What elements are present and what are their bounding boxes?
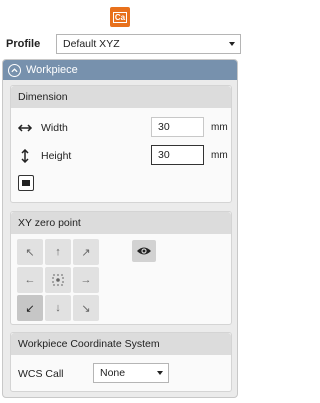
height-input[interactable]: 30 — [151, 145, 204, 165]
collapse-up-icon[interactable] — [8, 63, 21, 77]
height-row: Height 30 mm — [11, 145, 231, 167]
zero-point-right-button[interactable]: → — [73, 267, 99, 293]
zero-point-top-right-button[interactable]: ↗ — [73, 239, 99, 265]
chevron-down-icon — [229, 42, 235, 46]
horizontal-arrows-icon — [17, 124, 33, 132]
fit-to-view-button[interactable] — [18, 175, 34, 191]
profile-select[interactable]: Default XYZ — [56, 34, 241, 54]
width-row: Width 30 mm — [11, 117, 231, 139]
zero-point-top-button[interactable]: ↑ — [45, 239, 71, 265]
chevron-down-icon — [157, 371, 163, 375]
fit-icon — [22, 180, 30, 186]
zero-point-bottom-button[interactable]: ↓ — [45, 295, 71, 321]
xy-zero-title: XY zero point — [11, 212, 231, 234]
profile-row: Profile Default XYZ — [6, 34, 241, 54]
height-label: Height — [41, 150, 72, 162]
wcs-call-select[interactable]: None — [93, 363, 169, 383]
zero-point-bottom-left-button[interactable]: ↙ — [17, 295, 43, 321]
vertical-arrows-icon — [21, 149, 29, 163]
xy-zero-section: XY zero point ↖ ↑ ↗ ← → ↙ ↓ ↘ — [10, 211, 232, 325]
eye-icon — [137, 247, 151, 255]
profile-label: Profile — [6, 38, 41, 50]
zero-point-bottom-right-button[interactable]: ↘ — [73, 295, 99, 321]
height-unit: mm — [211, 150, 228, 161]
dimension-title: Dimension — [11, 86, 231, 108]
show-zero-point-button[interactable] — [132, 240, 156, 262]
width-label: Width — [41, 122, 68, 134]
workpiece-panel-title: Workpiece — [26, 64, 78, 76]
center-target-icon — [52, 274, 64, 286]
workpiece-panel-header[interactable]: Workpiece — [3, 60, 237, 80]
width-unit: mm — [211, 122, 228, 133]
zero-point-center-button[interactable] — [45, 267, 71, 293]
workpiece-panel: Workpiece Dimension Width 30 mm Height 3… — [2, 59, 238, 398]
profile-value: Default XYZ — [63, 38, 120, 50]
wcs-call-label: WCS Call — [18, 368, 64, 380]
wcs-title: Workpiece Coordinate System — [11, 333, 231, 355]
wcs-call-value: None — [100, 367, 126, 379]
zero-point-top-left-button[interactable]: ↖ — [17, 239, 43, 265]
wcs-section: Workpiece Coordinate System WCS Call Non… — [10, 332, 232, 392]
zero-point-grid: ↖ ↑ ↗ ← → ↙ ↓ ↘ — [17, 239, 99, 321]
width-input[interactable]: 30 — [151, 117, 204, 137]
app-logo-icon: Ca — [110, 7, 130, 27]
dimension-section: Dimension Width 30 mm Height 30 mm — [10, 85, 232, 203]
zero-point-left-button[interactable]: ← — [17, 267, 43, 293]
